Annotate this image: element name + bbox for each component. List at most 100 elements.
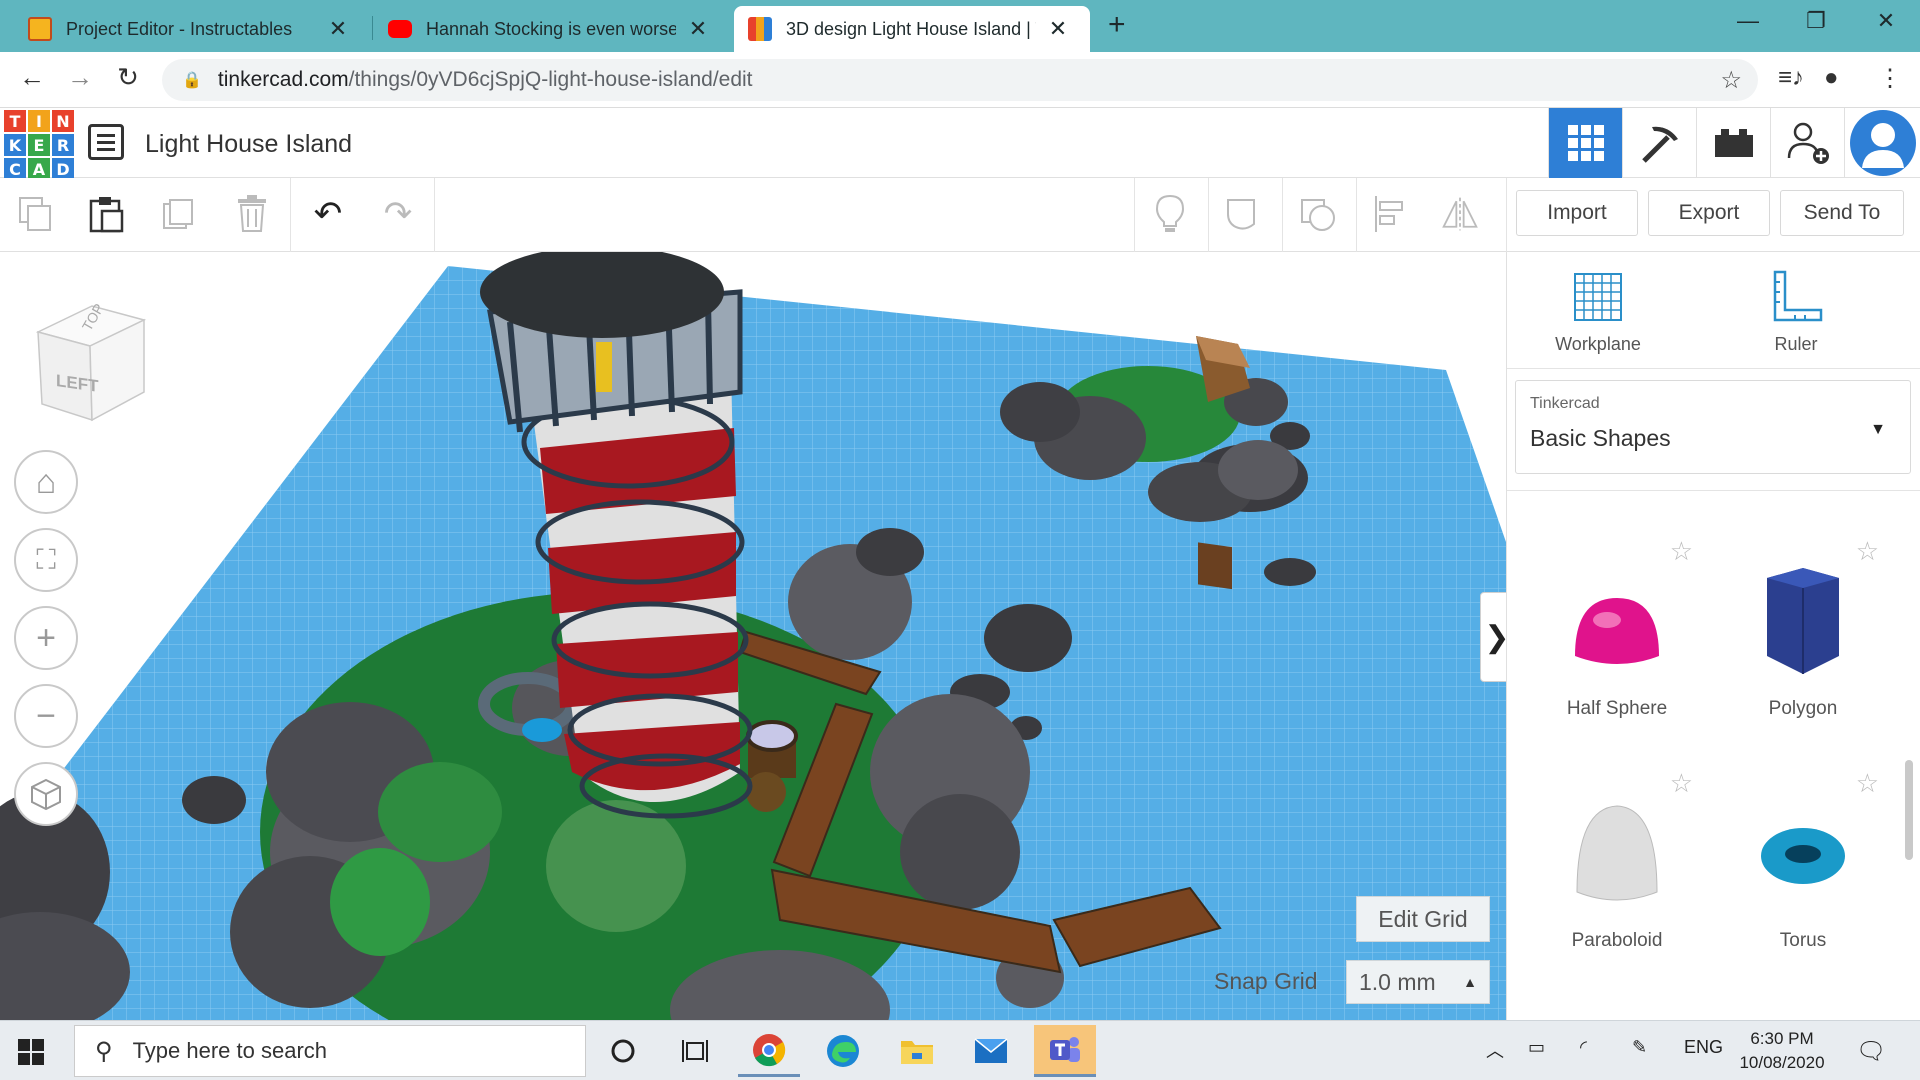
export-button[interactable]: Export (1648, 190, 1770, 236)
favorite-star-icon[interactable]: ☆ (1856, 768, 1879, 799)
cortana-button[interactable] (592, 1025, 654, 1077)
edit-grid-button[interactable]: Edit Grid (1356, 896, 1490, 942)
toolbar-divider (290, 178, 291, 252)
logo-letter: K (4, 134, 26, 156)
pen-icon[interactable]: ✎ (1632, 1037, 1647, 1058)
view-cube[interactable]: TOP LEFT (32, 292, 152, 437)
logo-letter: R (52, 134, 74, 156)
bookmark-star-icon[interactable]: ☆ (1720, 66, 1742, 95)
ungroup-icon[interactable] (1298, 194, 1338, 234)
language-indicator[interactable]: ENG (1684, 1037, 1723, 1058)
lightbulb-icon[interactable] (1150, 194, 1190, 234)
zoom-in-button[interactable]: + (14, 606, 78, 670)
snap-grid-select[interactable]: 1.0 mm ▲ (1346, 960, 1490, 1004)
workplane-scene[interactable] (0, 252, 1506, 1020)
logo-letter: E (28, 134, 50, 156)
youtube-icon (388, 20, 412, 38)
3d-view-button[interactable] (1548, 108, 1622, 178)
favorite-star-icon[interactable]: ☆ (1670, 536, 1693, 567)
blocks-button[interactable] (1622, 108, 1696, 178)
3d-viewport[interactable]: TOP LEFT ⌂ ⛶ + − Edit Grid Snap Grid 1.0… (0, 252, 1506, 1020)
workplane-tool[interactable]: Workplane (1523, 270, 1673, 355)
url-input[interactable]: 🔒 tinkercad.com/things/0yVD6cjSpjQ-light… (162, 59, 1758, 101)
restore-icon[interactable]: ❐ (1796, 8, 1836, 34)
zoom-out-button[interactable]: − (14, 684, 78, 748)
duplicate-icon[interactable] (160, 194, 200, 234)
mirror-icon[interactable] (1440, 194, 1480, 234)
group-icon[interactable] (1224, 194, 1264, 234)
more-options-icon[interactable]: ⋮ (1878, 64, 1902, 93)
shape-label: Torus (1779, 930, 1827, 951)
media-control-icon[interactable]: ≡♪ (1778, 64, 1804, 92)
mail-icon (974, 1038, 1008, 1063)
close-tab-icon[interactable]: ✕ (328, 16, 348, 42)
taskbar-search-input[interactable]: ⚲ Type here to search (74, 1025, 586, 1077)
edge-taskbar-button[interactable] (812, 1025, 874, 1077)
caret-up-icon: ▲ (1463, 974, 1477, 990)
favorite-star-icon[interactable]: ☆ (1856, 536, 1879, 567)
bricks-button[interactable] (1696, 108, 1770, 178)
send-to-button[interactable]: Send To (1780, 190, 1904, 236)
tinkercad-logo[interactable]: T I N K E R C A D (4, 110, 74, 180)
shape-label: Polygon (1768, 698, 1838, 719)
file-explorer-button[interactable] (886, 1025, 948, 1077)
shape-paraboloid[interactable]: ☆ Paraboloid (1527, 768, 1707, 968)
system-clock[interactable]: 6:30 PM 10/08/2020 (1732, 1027, 1832, 1075)
library-name: Basic Shapes (1530, 425, 1671, 451)
tab-instructables[interactable]: Project Editor - Instructables ✕ (14, 6, 362, 52)
close-window-icon[interactable]: ✕ (1866, 8, 1906, 34)
tab-tinkercad[interactable]: 3D design Light House Island | Ti ✕ (734, 6, 1090, 52)
plus-icon: + (36, 618, 56, 657)
wifi-icon[interactable]: ◜ (1580, 1037, 1587, 1058)
minimize-icon[interactable]: — (1728, 8, 1768, 34)
redo-icon[interactable]: ↷ (378, 194, 418, 234)
brick-icon (1714, 129, 1753, 157)
mail-button[interactable] (960, 1025, 1022, 1077)
undo-icon[interactable]: ↶ (308, 194, 348, 234)
import-button[interactable]: Import (1516, 190, 1638, 236)
teams-taskbar-button[interactable] (1034, 1025, 1096, 1077)
close-tab-icon[interactable]: ✕ (1048, 16, 1068, 42)
notifications-icon[interactable]: 🗨 (1856, 1037, 1886, 1066)
favorite-star-icon[interactable]: ☆ (1670, 768, 1693, 799)
fit-view-button[interactable]: ⛶ (14, 528, 78, 592)
align-icon[interactable] (1370, 194, 1410, 234)
reload-icon[interactable]: ↻ (110, 62, 146, 93)
home-view-button[interactable]: ⌂ (14, 450, 78, 514)
collapse-panel-button[interactable]: ❯ (1480, 592, 1506, 682)
ruler-tool[interactable]: Ruler (1721, 270, 1871, 355)
battery-icon[interactable]: ▭ (1528, 1037, 1545, 1058)
logo-letter: T (4, 110, 26, 132)
panel-scrollbar[interactable] (1905, 760, 1913, 860)
perspective-button[interactable] (14, 762, 78, 826)
design-title[interactable]: Light House Island (145, 130, 352, 159)
grid-icon (1567, 125, 1604, 161)
url-domain: tinkercad.com (217, 68, 349, 91)
task-view-button[interactable] (664, 1025, 726, 1077)
account-avatar[interactable] (1844, 108, 1920, 178)
close-tab-icon[interactable]: ✕ (688, 16, 708, 42)
design-list-icon[interactable] (88, 124, 124, 160)
shape-torus[interactable]: ☆ Torus (1713, 768, 1893, 968)
shape-half-sphere[interactable]: ☆ Half Sphere (1527, 536, 1707, 736)
invite-user-button[interactable] (1770, 108, 1844, 178)
tab-youtube[interactable]: Hannah Stocking is even worse th ✕ (374, 6, 722, 52)
toolbar-divider (1356, 178, 1357, 252)
torus-icon (1761, 828, 1845, 884)
logo-letter: N (52, 110, 74, 132)
forward-icon[interactable]: → (62, 62, 98, 93)
task-view-icon (682, 1040, 708, 1062)
new-tab-icon[interactable]: + (1108, 8, 1126, 42)
back-icon[interactable]: ← (14, 62, 50, 93)
paste-icon[interactable] (86, 194, 126, 234)
add-user-icon (1787, 122, 1829, 164)
tray-chevron-icon[interactable]: ︿ (1486, 1037, 1504, 1063)
chrome-taskbar-button[interactable] (738, 1025, 800, 1077)
dropdown-arrow-icon: ▼ (1870, 421, 1886, 438)
start-button[interactable] (18, 1039, 44, 1070)
copy-icon[interactable] (16, 194, 56, 234)
profile-icon[interactable]: ● (1824, 64, 1839, 92)
shape-library-select[interactable]: Tinkercad Basic Shapes ▼ (1515, 380, 1911, 474)
delete-icon[interactable] (232, 194, 272, 234)
shape-polygon[interactable]: ☆ Polygon (1713, 536, 1893, 736)
